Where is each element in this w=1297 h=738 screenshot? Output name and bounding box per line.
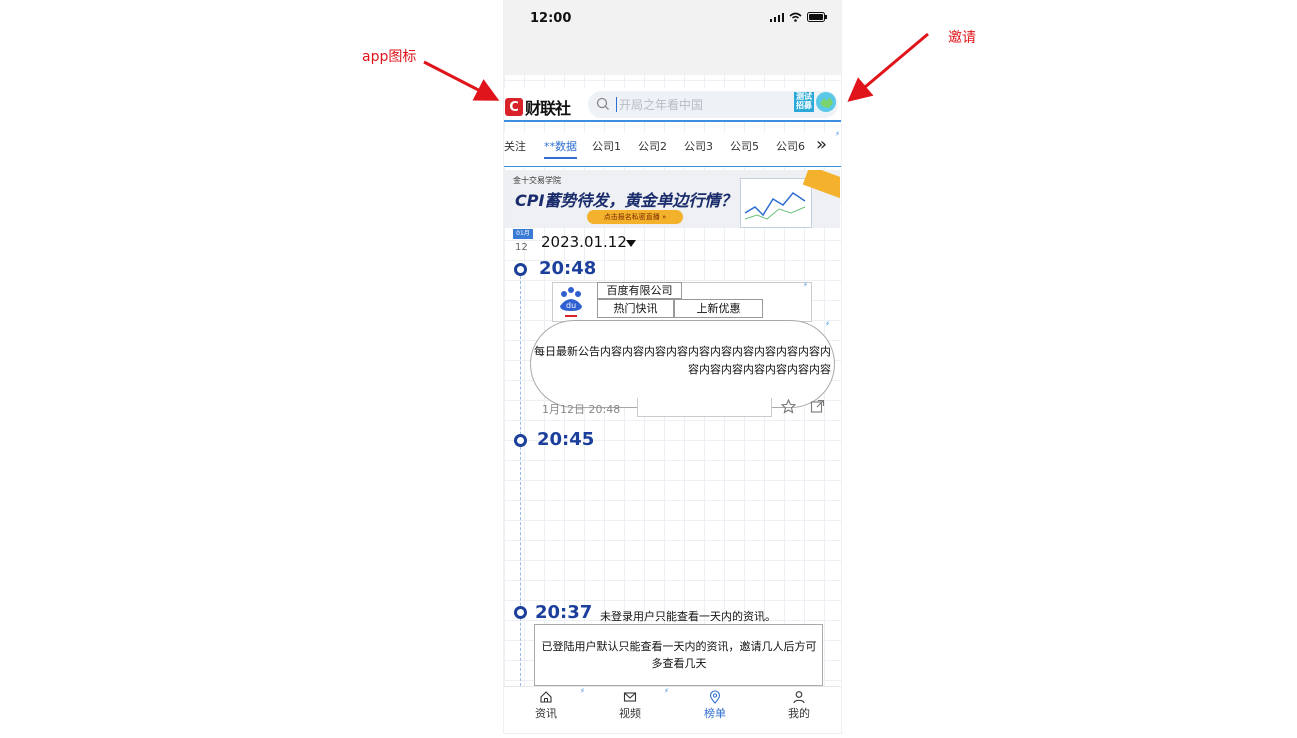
- caret-down-icon[interactable]: [626, 240, 636, 247]
- nav-item-video[interactable]: 视频: [605, 689, 655, 721]
- nav-item-news[interactable]: 资讯: [521, 689, 571, 721]
- announcement-bubble[interactable]: 每日最新公告内容内容内容内容内容内容内容内容内容内容内容内容内容内容内容内容内容: [530, 320, 835, 408]
- timeline-dot: [514, 434, 527, 447]
- annotation-app-icon-label: app图标: [362, 49, 417, 65]
- company-name: 百度有限公司: [597, 282, 682, 299]
- search-placeholder: 开局之年看中国: [619, 98, 704, 112]
- nav-item-profile[interactable]: 我的: [774, 689, 824, 721]
- flash-icon: ⚡: [664, 687, 669, 695]
- wifi-icon: [789, 12, 802, 22]
- app-header: C 财联社 开局之年看中国 测试招募: [504, 88, 841, 122]
- tab-bar: 关注 **数据 公司1 公司2 公司3 公司5 公司6 » ⚡: [504, 130, 841, 167]
- nav-item-rankings[interactable]: 榜单: [690, 689, 740, 721]
- date-picker[interactable]: 2023.01.12: [541, 233, 627, 251]
- banner-cta-button[interactable]: 点击报名私密直播 »: [587, 210, 683, 224]
- tab-company-2[interactable]: 公司2: [638, 138, 667, 154]
- date-day: 12: [515, 242, 528, 253]
- battery-icon: [807, 12, 827, 22]
- timeline-dot: [514, 606, 527, 619]
- flash-icon: ⚡: [580, 687, 585, 695]
- tag-hot-news[interactable]: 热门快讯: [597, 299, 674, 318]
- company-card[interactable]: du 百度有限公司 热门快讯 上新优惠 ⚡: [552, 281, 812, 322]
- entry-time: 20:45: [537, 429, 595, 450]
- ad-banner[interactable]: 金十交易学院 CPI蓄势待发，黄金单边行情？ 点击报名私密直播 »: [505, 170, 840, 228]
- flash-icon: ⚡: [835, 130, 840, 138]
- tab-company-1[interactable]: 公司1: [592, 138, 621, 154]
- invite-button[interactable]: 测试招募: [794, 92, 814, 112]
- app-icon: C: [505, 98, 523, 116]
- banner-chart-image: [740, 178, 812, 228]
- login-notice: 未登录用户只能查看一天内的资讯。: [600, 610, 776, 623]
- tab-follow[interactable]: 关注: [504, 138, 526, 154]
- nav-label: 资讯: [535, 707, 557, 720]
- tab-company-6[interactable]: 公司6: [776, 138, 805, 154]
- tab-company-5[interactable]: 公司5: [730, 138, 759, 154]
- phone-screen: 12:00 C 财联社 开局之年看中国 测试招募 关注 **数据 公司1 公司2…: [503, 0, 842, 734]
- home-icon: [540, 691, 552, 703]
- nav-label: 视频: [619, 707, 641, 720]
- tab-company-3[interactable]: 公司3: [684, 138, 713, 154]
- banner-brand: 金十交易学院: [513, 176, 561, 185]
- search-icon: [596, 97, 609, 110]
- globe-icon[interactable]: [816, 92, 836, 112]
- baidu-logo: du: [554, 284, 588, 318]
- entry-time: 20:48: [539, 258, 597, 279]
- timeline-dot: [514, 263, 527, 276]
- entry-timestamp: 1月12日 20:48: [542, 403, 621, 416]
- app-logo[interactable]: C 财联社: [505, 95, 571, 119]
- tag-new-offer[interactable]: 上新优惠: [674, 299, 763, 318]
- status-icons: [770, 12, 827, 22]
- nav-label: 我的: [788, 707, 810, 720]
- header-divider: [504, 120, 841, 122]
- user-icon: [793, 691, 805, 704]
- tab-divider: [504, 166, 841, 167]
- invite-notice-box: 已登陆用户默认只能查看一天内的资讯，邀请几人后方可多查看几天: [534, 624, 823, 686]
- date-month-badge: 01月: [513, 229, 533, 239]
- banner-title: CPI蓄势待发，黄金单边行情？: [515, 191, 737, 210]
- bottom-nav: 资讯 ⚡ 视频 ⚡ 榜单 我的: [504, 686, 841, 733]
- arrow-to-invite: [847, 32, 929, 102]
- entry-time: 20:37: [535, 602, 593, 623]
- double-chevron-right-icon[interactable]: »: [816, 134, 827, 155]
- status-time: 12:00: [530, 11, 572, 26]
- annotation-invite-label: 邀请: [948, 30, 976, 46]
- arrow-to-app-icon: [423, 60, 500, 101]
- star-icon[interactable]: [781, 399, 796, 414]
- location-pin-icon: [709, 690, 721, 704]
- flash-icon: ⚡: [803, 281, 808, 289]
- invite-notice-text: 已登陆用户默认只能查看一天内的资讯，邀请几人后方可多查看几天: [541, 640, 817, 670]
- nav-label: 榜单: [704, 707, 726, 720]
- share-icon[interactable]: [810, 399, 825, 414]
- entry-actions: [781, 399, 825, 414]
- signal-icon: [770, 12, 784, 22]
- text-cursor: [616, 97, 617, 112]
- tab-data[interactable]: **数据: [544, 138, 577, 154]
- timeline-line: [520, 276, 521, 686]
- meta-placeholder-box: [637, 398, 772, 417]
- announcement-content: 每日最新公告内容内容内容内容内容内容内容内容内容内容内容内容内容内容内容内容内容: [534, 345, 831, 376]
- app-logo-text: 财联社: [525, 99, 571, 118]
- status-bar: 12:00: [504, 0, 841, 75]
- active-tab-indicator: [544, 157, 577, 159]
- mail-icon: [623, 692, 637, 702]
- svg-text:du: du: [566, 301, 576, 310]
- flash-icon: ⚡: [825, 320, 830, 328]
